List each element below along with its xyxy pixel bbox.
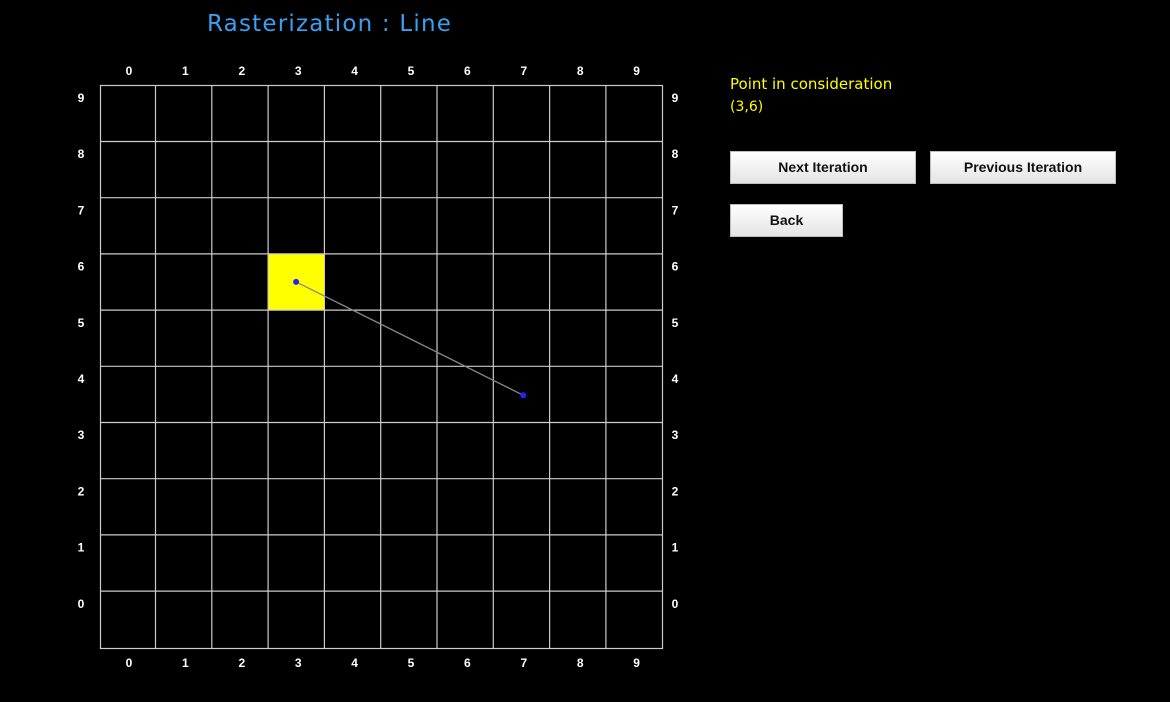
column-label-top: 3 [295,64,302,78]
column-label-bottom: 1 [182,656,189,670]
row-label-right: 1 [672,541,679,555]
row-label-right: 2 [672,484,679,498]
row-label-right: 6 [672,260,679,274]
column-label-top: 4 [351,64,358,78]
next-iteration-button[interactable]: Next Iteration [730,151,916,184]
row-label-left: 2 [78,484,85,498]
line-start-point [293,278,300,285]
rasterization-page: Rasterization : Line 0011223344556677889… [0,0,1170,702]
row-label-right: 7 [672,203,679,217]
row-label-right: 0 [672,597,679,611]
row-label-left: 3 [78,428,85,442]
column-label-bottom: 4 [351,656,358,670]
grid-border [99,84,664,650]
row-label-right: 5 [672,316,679,330]
row-label-left: 0 [78,597,85,611]
column-label-top: 1 [182,64,189,78]
column-label-top: 9 [633,64,640,78]
point-value: (3,6) [730,99,764,115]
row-label-right: 9 [672,91,679,105]
raster-grid[interactable]: 0 0 1 1 2 2 3 3 4 4 5 5 6 6 7 7 8 8 9 9 9 9 8 8 7 7 6 6 5 5 4 4 3 3 2 2 1 1 0 0 [0,0,700,702]
previous-iteration-button[interactable]: Previous Iteration [930,151,1116,184]
row-label-left: 9 [78,91,85,105]
column-label-top: 2 [238,64,245,78]
row-label-right: 3 [672,428,679,442]
column-label-bottom: 5 [408,656,415,670]
line-segment [295,281,524,396]
row-label-left: 5 [78,316,85,330]
column-label-bottom: 9 [633,656,640,670]
info-panel: Point in consideration (3,6) [730,74,892,115]
column-label-top: 5 [408,64,415,78]
back-button[interactable]: Back [730,204,843,237]
column-label-bottom: 8 [577,656,584,670]
column-label-top: 0 [126,64,133,78]
column-label-bottom: 7 [520,656,527,670]
column-label-top: 8 [577,64,584,78]
row-label-left: 6 [78,260,85,274]
column-label-bottom: 2 [238,656,245,670]
row-label-right: 8 [672,147,679,161]
column-label-bottom: 0 [126,656,133,670]
row-label-right: 4 [672,372,679,386]
row-label-left: 7 [78,203,85,217]
column-label-bottom: 6 [464,656,471,670]
row-label-left: 4 [78,372,85,386]
line-end-point [520,392,527,399]
row-label-left: 8 [78,147,85,161]
column-label-bottom: 3 [295,656,302,670]
column-label-top: 6 [464,64,471,78]
point-label: Point in consideration [730,75,893,93]
row-label-left: 1 [78,541,85,555]
column-label-top: 7 [520,64,527,78]
